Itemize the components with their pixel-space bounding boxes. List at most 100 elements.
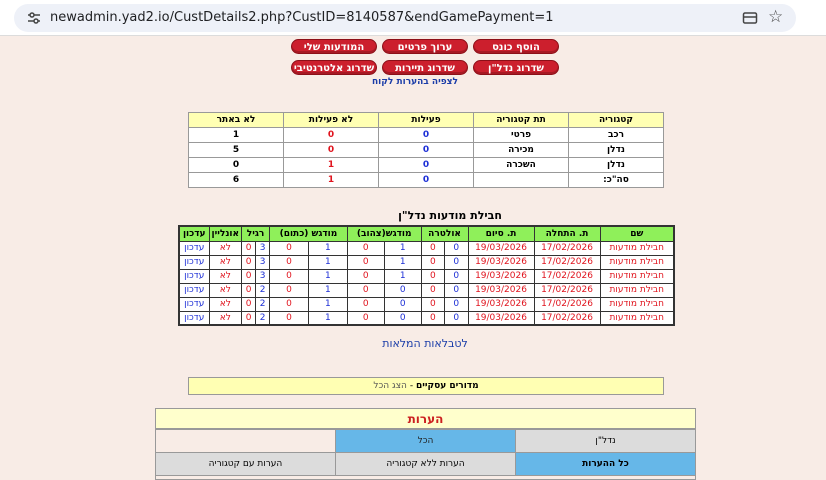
ultra-used: 0: [420, 268, 446, 284]
orange-count: 1: [307, 254, 348, 270]
inactive-count[interactable]: 0: [283, 127, 379, 143]
not-on-site-count[interactable]: 1: [188, 127, 284, 143]
subcategory-cell: [473, 172, 569, 188]
yellow-count: 0: [383, 310, 422, 326]
yellow-count: 0: [383, 282, 422, 298]
header-ultra: אולטרה: [420, 225, 469, 242]
header-category: קטגוריה: [568, 112, 664, 128]
orange-count: 1: [307, 310, 348, 326]
table-row: חבילת מודעות 17/02/2026 19/03/2026 0 0 1…: [178, 240, 675, 256]
online-status: לא: [208, 310, 243, 326]
yellow-count: 1: [383, 254, 422, 270]
package-end: 19/03/2026: [467, 254, 535, 270]
package-end: 19/03/2026: [467, 240, 535, 256]
orange-used: 0: [269, 282, 309, 298]
regular-count: 3: [255, 268, 271, 284]
update-link[interactable]: עדכון: [178, 254, 210, 270]
update-link[interactable]: עדכון: [178, 268, 210, 284]
filter-realestate[interactable]: נדל"ן: [515, 429, 696, 453]
orange-used: 0: [269, 240, 309, 256]
site-settings-icon[interactable]: [26, 10, 42, 26]
packages-title: חבילת מודעות נדל"ן: [398, 209, 502, 222]
ultra-used: 0: [420, 240, 446, 256]
subcategory-cell: השכרה: [473, 157, 569, 173]
update-link[interactable]: עדכון: [178, 282, 210, 298]
active-count[interactable]: 0: [378, 157, 474, 173]
table-row: נדלן השכרה 0 1 0: [188, 157, 664, 173]
table-row: רכב פרטי 0 0 1: [188, 127, 664, 143]
inactive-count[interactable]: 1: [283, 157, 379, 173]
show-all-link[interactable]: הצג הכל: [373, 381, 407, 391]
regular-used: 0: [241, 254, 257, 270]
update-link[interactable]: עדכון: [178, 296, 210, 312]
tab-notes-no-category[interactable]: הערות ללא קטגוריה: [335, 452, 516, 476]
active-count[interactable]: 0: [378, 142, 474, 158]
table-row: חבילת מודעות 17/02/2026 19/03/2026 0 0 1…: [178, 254, 675, 270]
table-row: חבילת מודעות 17/02/2026 19/03/2026 0 0 0…: [178, 296, 675, 312]
package-end: 19/03/2026: [467, 282, 535, 298]
ultra-used: 0: [420, 282, 446, 298]
regular-count: 3: [255, 254, 271, 270]
package-start: 17/02/2026: [533, 310, 601, 326]
upgrade-tourism-button[interactable]: שדרוג תיירות: [382, 60, 468, 75]
filter-all[interactable]: הכל: [335, 429, 516, 453]
notes-panel: הערות נדל"ן הכל כל ההערות הערות ללא קטגו…: [155, 408, 696, 480]
card-icon[interactable]: [742, 10, 758, 26]
upgrade-realestate-button[interactable]: שדרוג נדל"ן: [473, 60, 559, 75]
table-row: חבילת מודעות 17/02/2026 19/03/2026 0 0 0…: [178, 310, 675, 326]
table-row: חבילת מודעות 17/02/2026 19/03/2026 0 0 0…: [178, 282, 675, 298]
subcategory-cell: פרטי: [473, 127, 569, 143]
online-status: לא: [208, 240, 243, 256]
inactive-count[interactable]: 0: [283, 142, 379, 158]
upgrade-alternative-button[interactable]: שדרוג אלטרנטיבי: [291, 60, 377, 75]
url-text[interactable]: newadmin.yad2.io/CustDetails2.php?CustID…: [50, 10, 554, 25]
orange-count: 1: [307, 240, 348, 256]
total-label: סה"כ:: [568, 172, 664, 188]
package-end: 19/03/2026: [467, 296, 535, 312]
full-tables-link[interactable]: לטבלאות המלאות: [350, 337, 500, 350]
ultra-count: 0: [444, 240, 469, 256]
package-start: 17/02/2026: [533, 282, 601, 298]
category-table-header: קטגוריה תת קטגוריה פעילות לא פעילות לא ב…: [188, 112, 664, 128]
online-status: לא: [208, 282, 243, 298]
orange-used: 0: [269, 310, 309, 326]
category-cell: נדלן: [568, 157, 664, 173]
package-name: חבילת מודעות: [599, 240, 675, 256]
yellow-used: 0: [346, 296, 385, 312]
tab-notes-with-category[interactable]: הערות עם קטגוריה: [155, 452, 336, 476]
category-table: קטגוריה תת קטגוריה פעילות לא פעילות לא ב…: [188, 112, 664, 188]
header-start: ת. התחלה: [533, 225, 601, 242]
address-bar[interactable]: newadmin.yad2.io/CustDetails2.php?CustID…: [14, 4, 796, 32]
not-on-site-count[interactable]: 0: [188, 157, 284, 173]
header-inactive: לא פעילות: [283, 112, 379, 128]
update-link[interactable]: עדכון: [178, 310, 210, 326]
header-orange: מודגש (כתום): [269, 225, 348, 242]
table-row: חבילת מודעות 17/02/2026 19/03/2026 0 0 1…: [178, 268, 675, 284]
add-balance-button[interactable]: הוסף כונס: [473, 39, 559, 54]
category-cell: נדלן: [568, 142, 664, 158]
regular-count: 2: [255, 310, 271, 326]
package-end: 19/03/2026: [467, 268, 535, 284]
packages-table-header: שם ת. התחלה ת. סיום אולטרה מודגש(צהוב) מ…: [178, 225, 675, 242]
tab-all-notes[interactable]: כל ההערות: [515, 452, 696, 476]
ultra-used: 0: [420, 254, 446, 270]
header-regular: רגיל: [241, 225, 271, 242]
regular-used: 0: [241, 282, 257, 298]
package-name: חבילת מודעות: [599, 254, 675, 270]
my-ads-button[interactable]: המודעות שלי: [291, 39, 377, 54]
yellow-count: 0: [383, 296, 422, 312]
active-count[interactable]: 0: [378, 127, 474, 143]
regular-count: 2: [255, 282, 271, 298]
orange-used: 0: [269, 268, 309, 284]
bookmark-star-icon[interactable]: ☆: [768, 7, 783, 27]
yellow-used: 0: [346, 240, 385, 256]
not-on-site-count[interactable]: 5: [188, 142, 284, 158]
package-start: 17/02/2026: [533, 296, 601, 312]
regular-count: 2: [255, 296, 271, 312]
orange-used: 0: [269, 296, 309, 312]
online-status: לא: [208, 254, 243, 270]
edit-details-button[interactable]: ערוך פרטים: [382, 39, 468, 54]
view-notes-link[interactable]: לצפיה בהערות לקוח: [360, 77, 470, 87]
update-link[interactable]: עדכון: [178, 240, 210, 256]
table-row: נדלן מכירה 0 0 5: [188, 142, 664, 158]
